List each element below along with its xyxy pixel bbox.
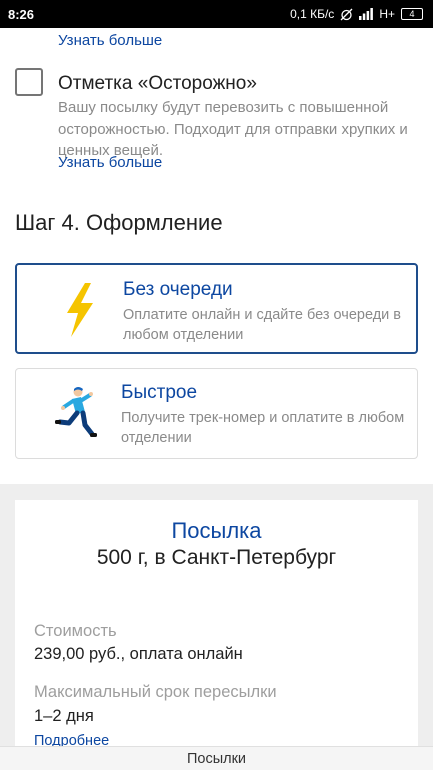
status-time: 8:26 (8, 6, 35, 22)
bottom-bar-label: Посылки (186, 750, 247, 767)
step-title: Шаг 4. Оформление (15, 210, 223, 235)
card-fast[interactable]: Быстрое Получите трек-номер и оплатите в… (15, 368, 418, 459)
term-label: Максимальный срок пересылки (34, 683, 277, 701)
summary-subtitle: 500 г, в Санкт-Петербург (96, 546, 337, 569)
details-link[interactable]: Подробнее (34, 733, 109, 746)
card-description: Получите трек-номер и оплатите в любом о… (121, 410, 405, 446)
status-bar: 8:26 0,1 КБ/с H+ 4 (0, 0, 433, 28)
bottom-bar[interactable]: Посылки (0, 746, 433, 770)
careful-title: Отметка «Осторожно» (58, 73, 257, 94)
network-speed: 0,1 КБ/с (290, 7, 335, 21)
network-type: H+ (379, 7, 395, 21)
alarm-off-icon (340, 8, 353, 21)
status-indicators: 0,1 КБ/с H+ 4 (290, 7, 423, 21)
lightning-icon (47, 279, 107, 339)
summary-title: Посылка (171, 518, 262, 543)
card-no-queue[interactable]: Без очереди Оплатите онлайн и сдайте без… (15, 263, 418, 354)
learn-more-link-top[interactable]: Узнать больше (58, 32, 162, 49)
battery-icon: 4 (401, 8, 423, 20)
careful-learn-more-link[interactable]: Узнать больше (58, 154, 162, 171)
scroll-content[interactable]: Узнать больше Отметка «Осторожно» Вашу п… (0, 28, 433, 746)
term-value: 1–2 дня (34, 707, 94, 725)
cost-label: Стоимость (34, 622, 117, 640)
signal-icon (359, 8, 374, 20)
card-description: Оплатите онлайн и сдайте без очереди в л… (123, 307, 401, 343)
careful-checkbox[interactable] (15, 68, 43, 96)
careful-description: Вашу посылку будут перевозить с повышенн… (58, 99, 408, 159)
summary-card: Посылка 500 г, в Санкт-Петербург Стоимос… (15, 500, 418, 746)
runner-icon (45, 382, 105, 442)
card-title: Быстрое (121, 382, 198, 403)
cost-value: 239,00 руб., оплата онлайн (34, 645, 243, 663)
card-title: Без очереди (123, 279, 233, 300)
